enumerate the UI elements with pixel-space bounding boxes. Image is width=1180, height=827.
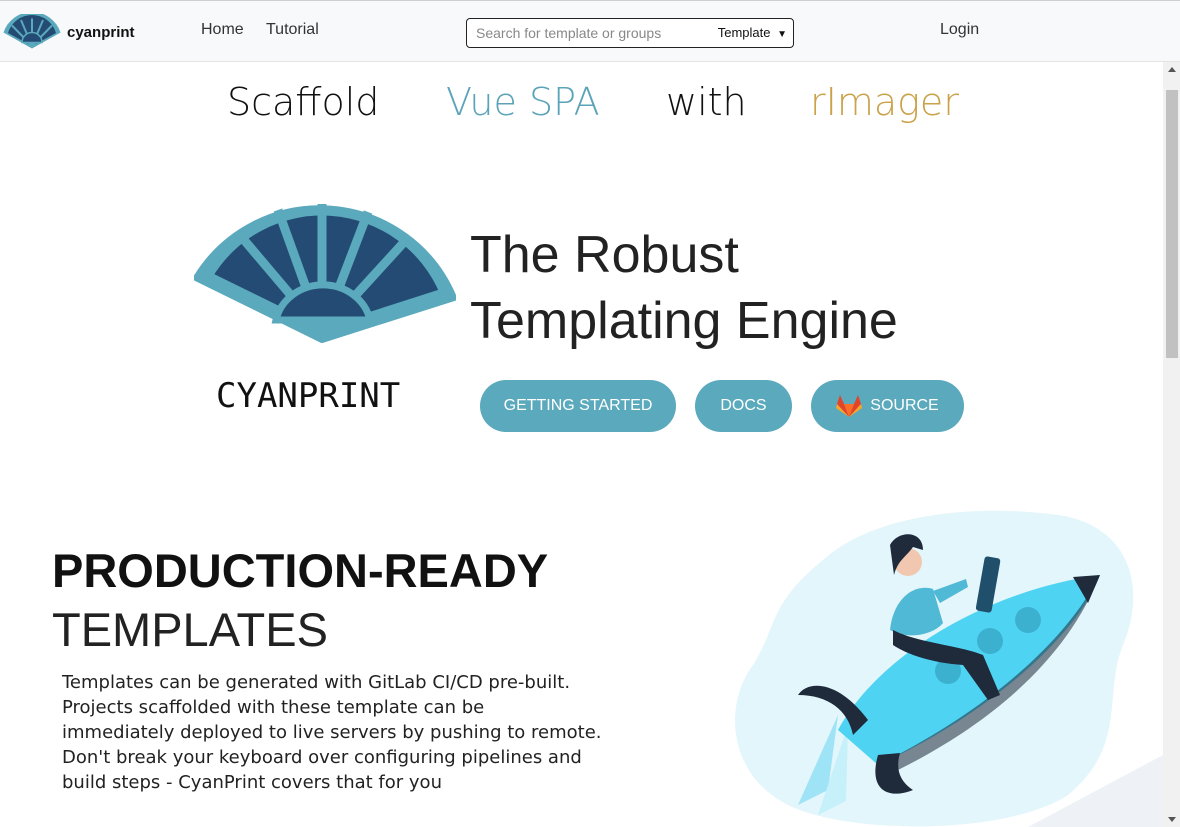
scroll-down-arrow-icon[interactable] [1168,817,1176,822]
login-link[interactable]: Login [940,21,979,39]
source-button[interactable]: SOURCE [811,380,964,432]
nav-tutorial-link[interactable]: Tutorial [266,21,319,39]
cyanprint-wordmark: CYANPRINT [216,376,401,416]
page-scrollbar[interactable] [1163,62,1180,827]
search-scope-label: Template [717,25,771,40]
scroll-thumb[interactable] [1166,90,1178,358]
feature-title-bold: PRODUCTION-READY [52,544,549,597]
scroll-up-arrow-icon[interactable] [1168,67,1176,72]
banner-word-rimager: rImager [810,80,959,124]
getting-started-button-label: GETTING STARTED [503,397,653,414]
search-input[interactable] [476,25,712,41]
getting-started-button[interactable]: GETTING STARTED [480,380,676,432]
feature-title-light: TEMPLATES [52,603,328,656]
banner-word-scaffold: Scaffold [227,80,380,124]
brand[interactable]: cyanprint [2,14,135,50]
gitlab-icon [836,395,863,417]
search-scope-select[interactable]: Template ▼ [718,25,787,40]
banner-word-vue-spa: Vue SPA [446,80,600,124]
hero-title: The Robust Templating Engine [470,222,898,354]
docs-button-label: DOCS [720,397,767,414]
rocket-rider-illustration [735,510,1163,827]
search-box: Template ▼ [466,18,794,48]
cyanprint-logo-icon [3,14,61,49]
hero-title-line-1: The Robust [470,226,739,284]
nav-home-link[interactable]: Home [201,21,244,39]
banner-word-with: with [666,80,747,124]
cyanprint-fan-logo-icon [194,204,456,343]
top-navbar: cyanprint Home Tutorial Template ▼ Login [0,0,1180,62]
brand-name: cyanprint [67,23,135,41]
source-button-label: SOURCE [870,397,939,414]
dropdown-arrow-icon: ▼ [777,29,787,40]
feature-description: Templates can be generated with GitLab C… [62,672,602,793]
docs-button[interactable]: DOCS [695,380,792,432]
hero-title-line-2: Templating Engine [470,292,898,350]
